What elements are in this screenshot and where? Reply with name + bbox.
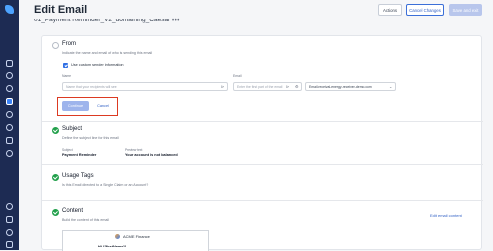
cancel-changes-button[interactable]: Cancel Changes xyxy=(406,4,444,16)
cancel-button[interactable]: Cancel xyxy=(95,101,111,111)
more-options-icon[interactable]: ••• xyxy=(172,18,180,24)
help-icon[interactable] xyxy=(6,229,13,236)
custom-sender-label: Use custom sender information xyxy=(71,63,124,67)
usage-tags-title: Usage Tags xyxy=(62,173,94,179)
chevron-down-icon[interactable]: ⌄ xyxy=(389,84,392,89)
email-domain-select[interactable]: Email.receival-energy-receiver-demo.com xyxy=(305,82,396,91)
users-icon[interactable] xyxy=(6,137,13,144)
settings-icon[interactable]: ⚙ xyxy=(295,84,299,89)
merge-tag-icon[interactable]: ⊳ xyxy=(221,84,224,89)
continue-button[interactable]: Continue xyxy=(62,101,89,111)
content-title: Content xyxy=(62,208,84,214)
person-icon[interactable] xyxy=(6,203,13,210)
subject-complete-icon xyxy=(52,127,59,134)
brand-logo-icon xyxy=(115,234,120,239)
usage-tags-complete-icon xyxy=(52,174,59,181)
sender-name-input[interactable]: Name that your recipients will see xyxy=(62,82,228,91)
page-header: Edit Email Actions Cancel Changes Save a… xyxy=(19,0,493,22)
copy-icon[interactable] xyxy=(6,98,13,105)
gear-icon[interactable] xyxy=(6,150,13,157)
subject-title: Subject xyxy=(62,126,83,132)
sender-email-input[interactable]: Enter the first part of the email xyxy=(233,82,302,91)
page-title: Edit Email xyxy=(34,4,88,16)
email-editor-card: From Indicate the name and email of who … xyxy=(41,35,483,251)
divider xyxy=(42,164,483,165)
broadcast-icon[interactable] xyxy=(6,85,13,92)
globe-icon[interactable] xyxy=(6,111,13,118)
preview-brand-name: ACME Finance xyxy=(123,234,150,239)
subject-label: Subject xyxy=(62,148,73,152)
edit-email-content-link[interactable]: Edit email content xyxy=(430,213,462,218)
sidebar xyxy=(0,0,19,250)
merge-tag-icon[interactable]: ⊳ xyxy=(286,84,289,89)
email-preview: ACME Finance Hi {{firstName}}, xyxy=(62,230,209,251)
target-icon[interactable] xyxy=(6,72,13,79)
preview-text-value: Your account is not balanced xyxy=(125,153,178,157)
preview-text-label: Preview text xyxy=(125,148,143,152)
pin-icon[interactable] xyxy=(6,124,13,131)
usage-tags-description: Is this Email directed to a Single Claim… xyxy=(62,183,149,187)
app-logo-icon[interactable] xyxy=(5,5,14,14)
content-complete-icon xyxy=(52,209,59,216)
divider xyxy=(42,200,483,201)
grid-icon[interactable] xyxy=(6,60,13,67)
subject-description: Define the subject line for this email xyxy=(62,136,119,140)
subject-value: Payment Reminder xyxy=(62,153,97,157)
save-and-exit-button[interactable]: Save and exit xyxy=(449,4,482,16)
from-description: Indicate the name and email of who is se… xyxy=(62,51,153,55)
email-label: Email xyxy=(233,74,242,78)
from-title: From xyxy=(62,41,76,47)
custom-sender-checkbox[interactable] xyxy=(63,63,68,68)
divider xyxy=(42,121,483,122)
name-label: Name xyxy=(62,74,72,78)
content-description: Build the content of this email xyxy=(62,218,109,222)
from-step-pending-icon xyxy=(52,42,59,49)
logout-icon[interactable] xyxy=(6,241,13,248)
actions-button[interactable]: Actions xyxy=(378,4,402,16)
bell-icon[interactable] xyxy=(6,216,13,223)
preview-greeting: Hi {{firstName}}, xyxy=(98,245,128,249)
